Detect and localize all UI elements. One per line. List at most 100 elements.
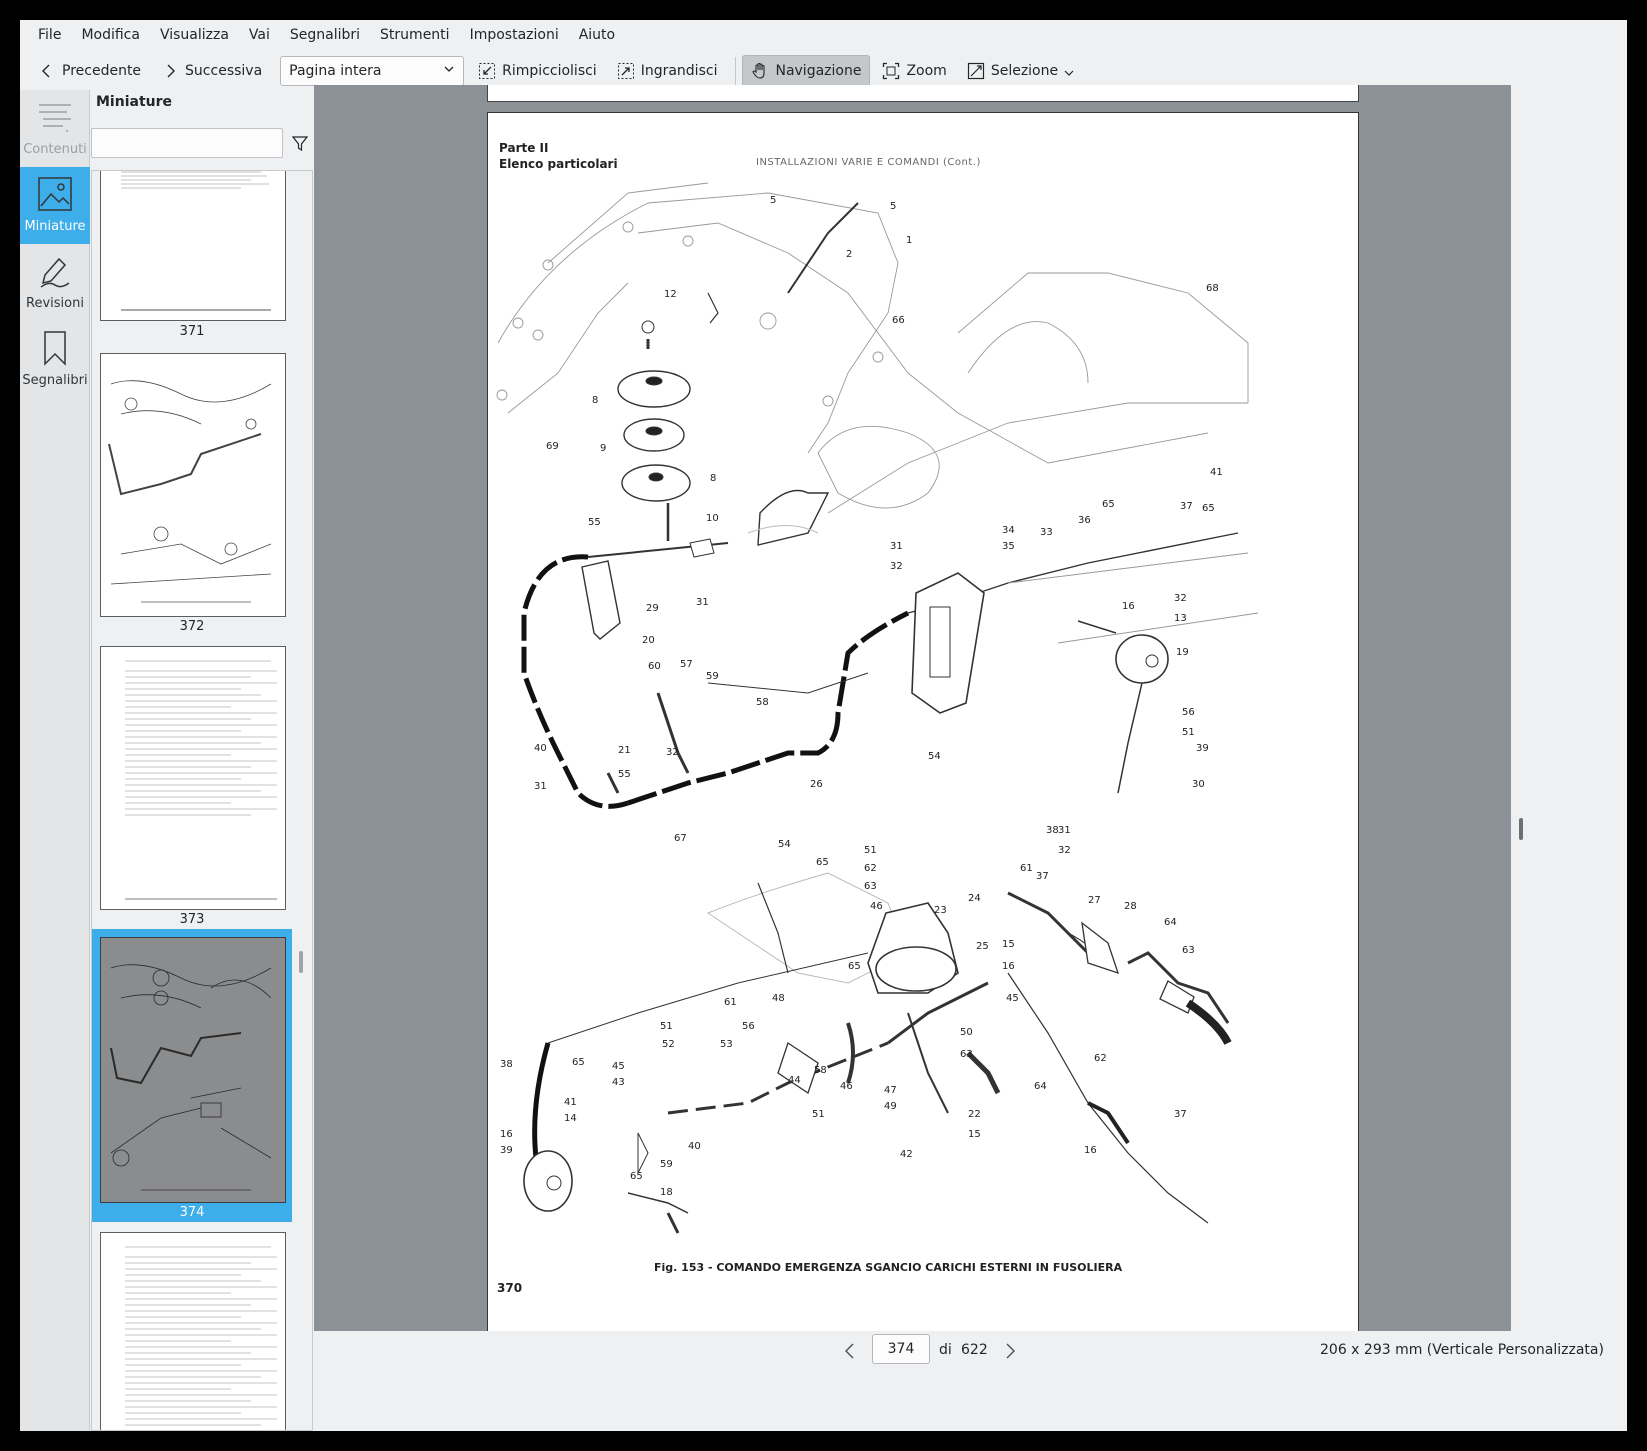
zoom-in-icon xyxy=(617,62,635,80)
callout-label: 31 xyxy=(890,541,903,552)
page-size-info: 206 x 293 mm (Verticale Personalizzata) xyxy=(1320,1342,1604,1358)
zoom-in-button[interactable]: Ingrandisci xyxy=(609,55,726,87)
zoom-in-label: Ingrandisci xyxy=(640,63,718,79)
thumbnails-panel: Miniature 371 372 373 374 xyxy=(91,90,313,1431)
sidetab-contents-label: Contenuti xyxy=(23,142,87,157)
thumbnail-item[interactable]: 372 xyxy=(92,343,292,636)
thumbnail-page xyxy=(100,1232,286,1430)
callout-label: 55 xyxy=(618,769,631,780)
callout-label: 53 xyxy=(720,1039,733,1050)
callout-label: 13 xyxy=(1174,613,1187,624)
callout-label: 41 xyxy=(1210,467,1223,478)
thumbnail-page xyxy=(100,171,286,321)
chevron-left-icon[interactable] xyxy=(839,1340,861,1362)
document-viewer[interactable]: Parte II Elenco particolari INSTALLAZION… xyxy=(314,85,1531,1331)
callout-label: 63 xyxy=(864,881,877,892)
zoom-mode-value: Pagina intera xyxy=(289,63,382,79)
callout-label: 45 xyxy=(1006,993,1019,1004)
menu-visualizza[interactable]: Visualizza xyxy=(150,20,239,50)
viewer-scrollbar[interactable] xyxy=(1511,85,1531,1331)
sidetab-bookmarks[interactable]: Segnalibri xyxy=(20,321,90,398)
thumbnail-search-input[interactable] xyxy=(91,128,283,158)
callout-label: 39 xyxy=(1196,743,1209,754)
menubar: File Modifica Visualizza Vai Segnalibri … xyxy=(20,20,1627,50)
zoom-tool-button[interactable]: Zoom xyxy=(874,55,954,87)
callout-label: 61 xyxy=(724,997,737,1008)
thumbnail-item[interactable] xyxy=(92,1222,292,1430)
zoom-mode-select[interactable]: Pagina intera xyxy=(280,56,465,86)
filter-icon[interactable] xyxy=(291,134,309,152)
menu-strumenti[interactable]: Strumenti xyxy=(370,20,460,50)
callout-label: 38 xyxy=(1046,825,1059,836)
callout-label: 20 xyxy=(642,635,655,646)
callout-label: 16 xyxy=(1084,1145,1097,1156)
menu-segnalibri[interactable]: Segnalibri xyxy=(280,20,370,50)
sidetab-contents[interactable]: Contenuti xyxy=(20,90,90,167)
selection-tool-button[interactable]: Selezione xyxy=(959,55,1082,87)
callout-label: 59 xyxy=(660,1159,673,1170)
browse-tool-button[interactable]: Navigazione xyxy=(742,55,871,87)
thumbnail-scrollbar[interactable] xyxy=(299,951,303,973)
callout-label: 49 xyxy=(884,1101,897,1112)
chevron-down-icon[interactable] xyxy=(1064,66,1074,82)
thumbnail-item[interactable]: 373 xyxy=(92,636,292,929)
viewer-scrollbar-handle[interactable] xyxy=(1519,818,1523,840)
thumbnails-icon xyxy=(36,175,74,213)
next-page-button[interactable]: Successiva xyxy=(153,55,270,87)
page-number-printed: 370 xyxy=(497,1281,523,1295)
pen-icon xyxy=(36,252,74,290)
callout-label: 51 xyxy=(660,1021,673,1032)
callout-label: 60 xyxy=(648,661,661,672)
callout-label: 5 xyxy=(890,201,896,212)
thumbnail-item-selected[interactable]: 374 xyxy=(92,929,292,1222)
current-page-input[interactable]: 374 xyxy=(872,1334,930,1364)
callout-label: 64 xyxy=(1034,1081,1047,1092)
callout-label: 40 xyxy=(688,1141,701,1152)
callout-label: 63 xyxy=(960,1049,973,1060)
callout-label: 61 xyxy=(1020,863,1033,874)
callout-label: 47 xyxy=(884,1085,897,1096)
callout-label: 54 xyxy=(928,751,941,762)
menu-file[interactable]: File xyxy=(28,20,71,50)
selection-icon xyxy=(967,62,985,80)
thumbnail-item[interactable]: 371 xyxy=(92,171,292,343)
callout-label: 16 xyxy=(1002,961,1015,972)
callout-label: 27 xyxy=(1088,895,1101,906)
callout-label: 58 xyxy=(756,697,769,708)
callout-label: 54 xyxy=(778,839,791,850)
browse-tool-label: Navigazione xyxy=(775,63,862,79)
callout-label: 42 xyxy=(900,1149,913,1160)
callout-label: 56 xyxy=(742,1021,755,1032)
okular-window: File Modifica Visualizza Vai Segnalibri … xyxy=(20,20,1627,1431)
chevron-right-icon[interactable] xyxy=(999,1340,1021,1362)
thumbnail-list[interactable]: 371 372 373 374 xyxy=(91,170,313,1431)
callout-label: 26 xyxy=(810,779,823,790)
zoom-out-button[interactable]: Rimpicciolisci xyxy=(470,55,605,87)
callout-label: 41 xyxy=(564,1097,577,1108)
menu-aiuto[interactable]: Aiuto xyxy=(569,20,625,50)
menu-vai[interactable]: Vai xyxy=(239,20,280,50)
callout-label: 33 xyxy=(1040,527,1053,538)
previous-page-label: Precedente xyxy=(62,63,142,79)
sidetab-thumbnails[interactable]: Miniature xyxy=(20,167,90,244)
toolbar-separator xyxy=(735,57,737,85)
callout-label: 30 xyxy=(1192,779,1205,790)
chevron-right-icon xyxy=(161,62,179,80)
menu-modifica[interactable]: Modifica xyxy=(71,20,150,50)
callout-label: 51 xyxy=(1182,727,1195,738)
page-of-label: di xyxy=(939,1342,952,1358)
total-pages: 622 xyxy=(961,1342,988,1358)
callout-label: 37 xyxy=(1180,501,1193,512)
menu-impostazioni[interactable]: Impostazioni xyxy=(460,20,569,50)
callout-label: 62 xyxy=(1094,1053,1107,1064)
next-page-label: Successiva xyxy=(185,63,263,79)
previous-page-button[interactable]: Precedente xyxy=(30,55,149,87)
sidetab-reviews[interactable]: Revisioni xyxy=(20,244,90,321)
figure-caption: Fig. 153 - COMANDO EMERGENZA SGANCIO CAR… xyxy=(654,1261,1123,1274)
zoom-out-icon xyxy=(478,62,496,80)
chevron-left-icon xyxy=(38,62,56,80)
callout-label: 34 xyxy=(1002,525,1015,536)
callout-label: 22 xyxy=(968,1109,981,1120)
callout-label: 32 xyxy=(1058,845,1071,856)
callout-label: 32 xyxy=(890,561,903,572)
